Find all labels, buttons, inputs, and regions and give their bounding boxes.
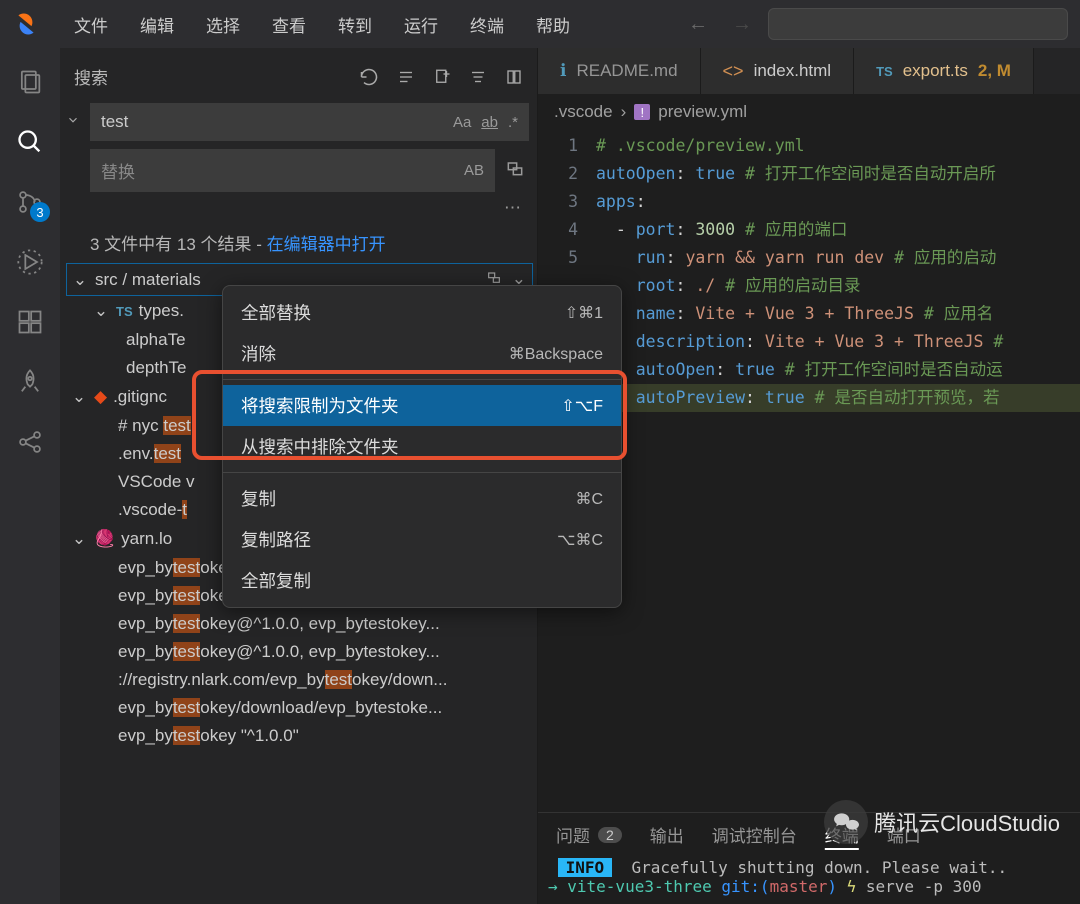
terminal[interactable]: INFO Gracefully shutting down. Please wa… (538, 856, 1080, 904)
tab-readme[interactable]: ℹREADME.md (538, 48, 701, 94)
replace-all-icon[interactable] (501, 158, 529, 183)
launch-icon[interactable] (14, 366, 46, 398)
clear-icon[interactable] (397, 67, 415, 87)
watermark: 腾讯云CloudStudio (824, 800, 1060, 844)
toggle-details-icon[interactable]: ⋯ (60, 196, 537, 224)
collapse-icon[interactable] (469, 67, 487, 87)
menu-run[interactable]: 运行 (390, 6, 452, 43)
ts-file-icon: TS (876, 64, 893, 79)
source-control-icon[interactable]: 3 (14, 186, 46, 218)
menu-help[interactable]: 帮助 (522, 6, 584, 43)
cm-copy-path[interactable]: 复制路径⌥⌘C (223, 519, 621, 560)
ts-file-icon: TS (116, 304, 133, 319)
results-summary: 3 文件中有 13 个结果 - 在编辑器中打开 (60, 224, 537, 263)
panel-tab-debug-console[interactable]: 调试控制台 (712, 822, 797, 847)
match-row[interactable]: ://registry.nlark.com/evp_bytestokey/dow… (66, 666, 533, 694)
wechat-icon (824, 800, 868, 844)
cm-exclude-folder[interactable]: 从搜索中排除文件夹 (223, 426, 621, 467)
menu-terminal[interactable]: 终端 (456, 6, 518, 43)
menu-select[interactable]: 选择 (192, 6, 254, 43)
tab-index[interactable]: <>index.html (701, 48, 855, 94)
scm-badge: 3 (30, 202, 50, 222)
command-center-input[interactable] (768, 8, 1068, 40)
replace-input[interactable]: 替换 AB (90, 149, 495, 192)
search-query: test (101, 112, 128, 132)
debug-icon[interactable] (14, 246, 46, 278)
chevron-down-icon: ⌄ (70, 387, 88, 407)
context-menu: 全部替换⇧⌘1 消除⌘Backspace 将搜索限制为文件夹⇧⌥F 从搜索中排除… (222, 285, 622, 608)
titlebar: 文件 编辑 选择 查看 转到 运行 终端 帮助 ← → (0, 0, 1080, 48)
refresh-icon[interactable] (359, 67, 379, 87)
editor-tabs: ℹREADME.md <>index.html TS export.ts 2, … (538, 48, 1080, 94)
html-file-icon: <> (723, 61, 744, 82)
match-row[interactable]: evp_bytestokey/download/evp_bytestoke... (66, 694, 533, 722)
nav-back-icon[interactable]: ← (680, 9, 716, 40)
app-logo (12, 10, 40, 38)
share-icon[interactable] (14, 426, 46, 458)
breadcrumb[interactable]: .vscode› ! preview.yml (538, 94, 1080, 128)
whole-word-toggle[interactable]: ab (481, 114, 498, 131)
open-in-editor-link[interactable]: 在编辑器中打开 (267, 235, 386, 254)
explorer-icon[interactable] (14, 66, 46, 98)
cm-copy[interactable]: 复制⌘C (223, 478, 621, 519)
search-icon[interactable] (14, 126, 46, 158)
git-file-icon: ◆ (94, 387, 107, 407)
replace-placeholder: 替换 (101, 158, 135, 183)
menu-edit[interactable]: 编辑 (126, 6, 188, 43)
chevron-down-icon: ⌄ (92, 301, 110, 321)
lock-file-icon: 🧶 (94, 529, 115, 549)
panel-title: 搜索 (74, 64, 108, 89)
menu-file[interactable]: 文件 (60, 6, 122, 43)
new-file-icon[interactable] (433, 67, 451, 87)
regex-toggle[interactable]: .* (508, 114, 518, 131)
activity-bar: 3 (0, 48, 60, 904)
match-row[interactable]: evp_bytestokey@^1.0.0, evp_bytestokey... (66, 638, 533, 666)
extensions-icon[interactable] (14, 306, 46, 338)
panel-tab-problems[interactable]: 问题2 (556, 822, 622, 847)
match-row[interactable]: evp_bytestokey "^1.0.0" (66, 722, 533, 750)
collapse-replace-toggle[interactable] (62, 112, 84, 132)
yaml-file-icon: ! (634, 104, 650, 120)
tab-export[interactable]: TS export.ts 2, M (854, 48, 1034, 94)
menu-goto[interactable]: 转到 (324, 6, 386, 43)
match-case-toggle[interactable]: Aa (453, 114, 471, 131)
view-icon[interactable] (505, 67, 523, 87)
match-row[interactable]: evp_bytestokey@^1.0.0, evp_bytestokey... (66, 610, 533, 638)
search-input[interactable]: test Aa ab .* (90, 103, 529, 141)
cm-restrict-folder[interactable]: 将搜索限制为文件夹⇧⌥F (223, 385, 621, 426)
preserve-case-toggle[interactable]: AB (464, 162, 484, 179)
chevron-down-icon: ⌄ (70, 529, 88, 549)
panel-tab-output[interactable]: 输出 (650, 822, 684, 847)
cm-dismiss[interactable]: 消除⌘Backspace (223, 333, 621, 374)
chevron-down-icon: ⌄ (71, 270, 89, 290)
cm-copy-all[interactable]: 全部复制 (223, 560, 621, 601)
cm-replace-all[interactable]: 全部替换⇧⌘1 (223, 292, 621, 333)
menu-view[interactable]: 查看 (258, 6, 320, 43)
nav-forward-icon[interactable]: → (724, 9, 760, 40)
